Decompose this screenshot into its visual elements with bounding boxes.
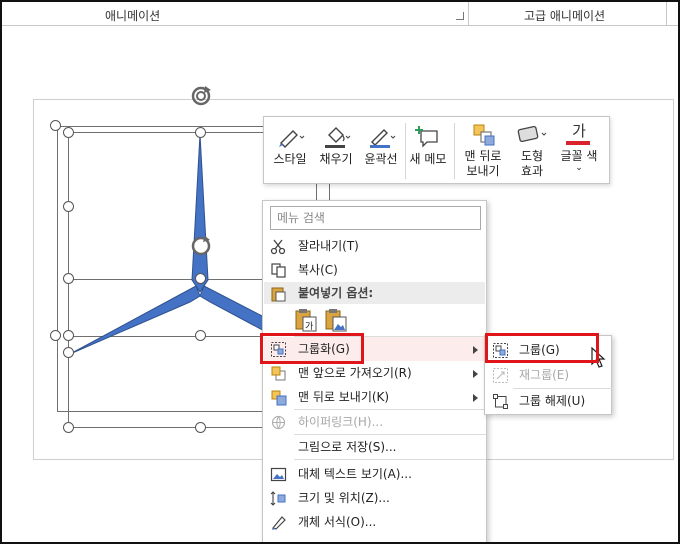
menu-search-input[interactable]: 메뉴 검색 bbox=[270, 206, 481, 230]
menu-item-send-back[interactable]: 맨 뒤로 보내기(K) bbox=[264, 385, 487, 409]
rotate-handle-icon[interactable] bbox=[189, 84, 215, 110]
size-position-icon bbox=[270, 491, 286, 506]
chevron-down-icon[interactable]: ⌄ bbox=[556, 164, 602, 173]
resize-handle[interactable] bbox=[63, 347, 74, 358]
svg-text:가: 가 bbox=[305, 321, 313, 332]
format-shape-icon bbox=[271, 516, 286, 530]
menu-item-cut[interactable]: 잘라내기(T) bbox=[264, 234, 487, 258]
font-color-glyph: 가 bbox=[572, 122, 586, 140]
paste-keep-text-icon[interactable]: 가 bbox=[293, 308, 319, 334]
ungroup-icon bbox=[493, 394, 508, 409]
paste-picture-icon[interactable] bbox=[323, 308, 349, 334]
menu-item-alt-text[interactable]: 대체 텍스트 보기(A)... bbox=[264, 462, 487, 486]
font-color-button[interactable]: 가 글꼴 색 ⌄ bbox=[556, 122, 602, 173]
mini-toolbar: 스타일 채우기 윤곽선 새 메모 맨 뒤로 보내기 도형 효과 가 글꼴 색 ⌄ bbox=[263, 116, 610, 184]
new-memo-button[interactable]: 새 메모 bbox=[408, 125, 448, 167]
bring-forward-icon bbox=[271, 366, 286, 381]
send-backward-icon bbox=[271, 390, 287, 406]
resize-handle[interactable] bbox=[63, 273, 74, 284]
outline-button[interactable]: 윤곽선 bbox=[360, 125, 402, 167]
copy-icon bbox=[271, 263, 286, 278]
group-label-animation: 애니메이션 bbox=[105, 9, 161, 23]
submenu-arrow-icon bbox=[473, 370, 478, 378]
dialog-launcher-icon[interactable] bbox=[456, 12, 464, 20]
menu-item-size-position[interactable]: 크기 및 위치(Z)... bbox=[264, 486, 487, 510]
clipboard-icon bbox=[271, 287, 286, 302]
paste-option-buttons: 가 bbox=[293, 308, 353, 334]
context-menu: 메뉴 검색 잘라내기(T) 복사(C) 붙여넣기 옵션: 가 그룹화(G) 맨 … bbox=[262, 200, 487, 544]
menu-item-format-object[interactable]: 개체 서식(O)... bbox=[264, 510, 487, 534]
submenu-item-ungroup[interactable]: 그룹 해제(U) bbox=[486, 389, 612, 413]
pen-outline-icon bbox=[370, 129, 396, 148]
resize-handle[interactable] bbox=[195, 422, 206, 433]
submenu-arrow-icon bbox=[473, 346, 478, 354]
style-button[interactable]: 스타일 bbox=[270, 125, 310, 167]
resize-handle[interactable] bbox=[63, 127, 74, 138]
rotate-handle-icon[interactable] bbox=[189, 234, 213, 258]
resize-handle[interactable] bbox=[195, 330, 206, 341]
menu-item-save-as-picture[interactable]: 그림으로 저장(S)... bbox=[264, 435, 487, 459]
submenu-arrow-icon bbox=[473, 394, 478, 402]
fill-button[interactable]: 채우기 bbox=[316, 125, 356, 167]
shape-effects-button[interactable]: 도형 효과 bbox=[512, 122, 552, 179]
send-to-back-button[interactable]: 맨 뒤로 보내기 bbox=[460, 122, 506, 179]
menu-item-group[interactable]: 그룹화(G) bbox=[264, 337, 487, 361]
shape-style-icon bbox=[279, 130, 305, 148]
group-objects-icon bbox=[271, 342, 286, 357]
menu-item-copy[interactable]: 복사(C) bbox=[264, 258, 487, 282]
comment-add-icon bbox=[415, 126, 438, 148]
regroup-icon bbox=[493, 368, 508, 383]
resize-handle[interactable] bbox=[50, 330, 61, 341]
mouse-cursor-icon bbox=[591, 347, 606, 368]
alt-text-icon bbox=[270, 467, 287, 482]
ribbon-group-labels: 애니메이션 고급 애니메이션 bbox=[2, 2, 678, 26]
shape-effects-icon bbox=[517, 125, 547, 143]
resize-handle[interactable] bbox=[63, 201, 74, 212]
group-objects-icon bbox=[493, 343, 508, 358]
resize-handle[interactable] bbox=[50, 120, 61, 131]
group-label-advanced-animation: 고급 애니메이션 bbox=[524, 9, 606, 23]
menu-item-bring-front[interactable]: 맨 앞으로 가져오기(R) bbox=[264, 361, 487, 385]
resize-handle[interactable] bbox=[63, 422, 74, 433]
resize-handle[interactable] bbox=[63, 330, 74, 341]
resize-handle[interactable] bbox=[195, 127, 206, 138]
font-color-swatch bbox=[566, 141, 590, 145]
send-backward-icon bbox=[473, 124, 495, 146]
menu-item-hyperlink[interactable]: 하이퍼링크(H)... bbox=[264, 410, 487, 434]
paste-options-header: 붙여넣기 옵션: bbox=[264, 282, 485, 304]
resize-handle[interactable] bbox=[195, 273, 206, 284]
hyperlink-icon bbox=[271, 415, 286, 430]
scissors-icon bbox=[270, 239, 286, 255]
propeller-shape[interactable] bbox=[60, 120, 270, 370]
paint-bucket-icon bbox=[325, 127, 351, 148]
